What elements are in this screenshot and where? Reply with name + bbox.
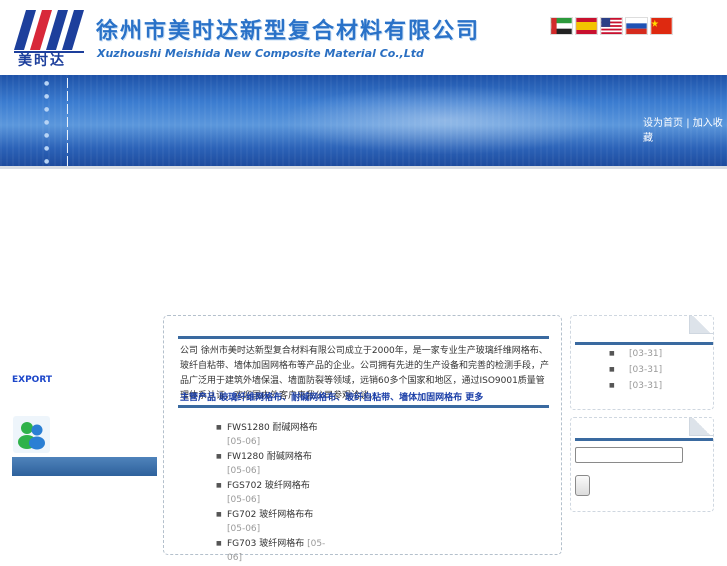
product-name[interactable]: FG703 玻纤网格布 [227, 539, 304, 549]
news-date: [03-31] [629, 381, 663, 391]
nav-separator [67, 78, 68, 88]
nav-item[interactable]: ● [44, 143, 74, 153]
list-item[interactable]: [03-31] [607, 346, 662, 362]
news-date: [03-31] [629, 349, 663, 359]
search-panel [570, 417, 714, 512]
nav-bullet-icon: ● [44, 106, 50, 113]
nav-separator [67, 143, 68, 153]
company-name-cn: 徐州市美时达新型复合材料有限公司 [96, 19, 481, 44]
header: 美时达 徐州市美时达新型复合材料有限公司 Xuzhoushi Meishida … [0, 0, 727, 75]
main-content-panel: 公司 徐州市美时达新型复合材料有限公司成立于2000年，是一家专业生产玻璃纤维网… [163, 315, 562, 563]
flag-spain-icon[interactable] [575, 17, 598, 35]
nav-separator [67, 91, 68, 101]
list-item[interactable]: FW1280 耐碱网格布 [05-06] [212, 450, 327, 478]
search-button[interactable] [575, 475, 590, 496]
nav-bullet-icon: ● [44, 119, 50, 126]
product-date: [05-06] [227, 524, 261, 534]
section-rule [178, 336, 549, 339]
news-list: [03-31] [03-31] [03-31] [607, 346, 662, 394]
company-name-en: Xuzhoushi Meishida New Composite Materia… [97, 47, 424, 60]
product-list: FWS1280 耐碱网格布 [05-06] FW1280 耐碱网格布 [05-0… [212, 421, 327, 566]
product-name[interactable]: FWS1280 耐碱网格布 [227, 423, 318, 433]
banner-bottom-border [0, 166, 727, 169]
export-label[interactable]: EXPORT [12, 375, 52, 385]
product-name[interactable]: FW1280 耐碱网格布 [227, 452, 312, 462]
nav-bullet-icon: ● [44, 80, 50, 87]
nav-bullet-icon: ● [44, 132, 50, 139]
nav-separator [67, 104, 68, 114]
nav-item[interactable]: ● [44, 117, 74, 127]
section-rule [575, 342, 713, 345]
flag-arabic-icon[interactable] [550, 17, 573, 35]
msn-messenger-icon[interactable] [13, 416, 50, 453]
nav-item[interactable]: ● [44, 130, 74, 140]
language-flags [550, 17, 673, 35]
page-fold-icon [689, 418, 713, 436]
flag-russia-icon[interactable] [625, 17, 648, 35]
flag-usa-icon[interactable] [600, 17, 623, 35]
news-panel: [03-31] [03-31] [03-31] [570, 315, 714, 410]
section-rule [178, 405, 549, 408]
top-links: 设为首页 | 加入收藏 [643, 114, 727, 144]
flag-china-icon[interactable] [650, 17, 673, 35]
product-date: [05-06] [227, 466, 261, 476]
nav-item[interactable]: ● [44, 156, 74, 166]
product-name[interactable]: FGS702 玻纤网格布 [227, 481, 310, 491]
header-banner [0, 75, 727, 166]
banner-glow [280, 85, 610, 155]
nav-item[interactable]: ● [44, 78, 74, 88]
list-item[interactable]: FG703 玻纤网格布 [05-06] [212, 537, 327, 565]
list-item[interactable]: FGS702 玻纤网格布 [05-06] [212, 479, 327, 507]
nav-separator [67, 117, 68, 127]
product-date: [05-06] [227, 437, 261, 447]
list-item[interactable]: [03-31] [607, 362, 662, 378]
product-date: [05-06] [227, 495, 261, 505]
list-item[interactable]: FWS1280 耐碱网格布 [05-06] [212, 421, 327, 449]
set-homepage-link[interactable]: 设为首页 [643, 118, 683, 129]
nav-bullet-icon: ● [44, 93, 50, 100]
product-name[interactable]: FG702 玻纤网格布布 [227, 510, 313, 520]
nav-item[interactable]: ● [44, 104, 74, 114]
news-date: [03-31] [629, 365, 663, 375]
list-item[interactable]: FG702 玻纤网格布布 [05-06] [212, 508, 327, 536]
nav-bullet-icon: ● [44, 158, 50, 165]
page-fold-icon [689, 316, 713, 334]
nav-separator [67, 156, 68, 166]
products-more-link[interactable]: 主营产品 玻璃纤维网格布、耐碱网格布、玻纤自粘带、墙体加固网格布 更多 [180, 390, 483, 403]
section-rule [575, 438, 713, 441]
nav-separator [67, 130, 68, 140]
search-input[interactable] [575, 447, 683, 463]
left-blue-bar [12, 457, 157, 476]
nav-bullet-icon: ● [44, 145, 50, 152]
logo-text: 美时达 [18, 53, 66, 69]
link-separator: | [686, 118, 690, 129]
nav-item[interactable]: ● [44, 91, 74, 101]
list-item[interactable]: [03-31] [607, 378, 662, 394]
